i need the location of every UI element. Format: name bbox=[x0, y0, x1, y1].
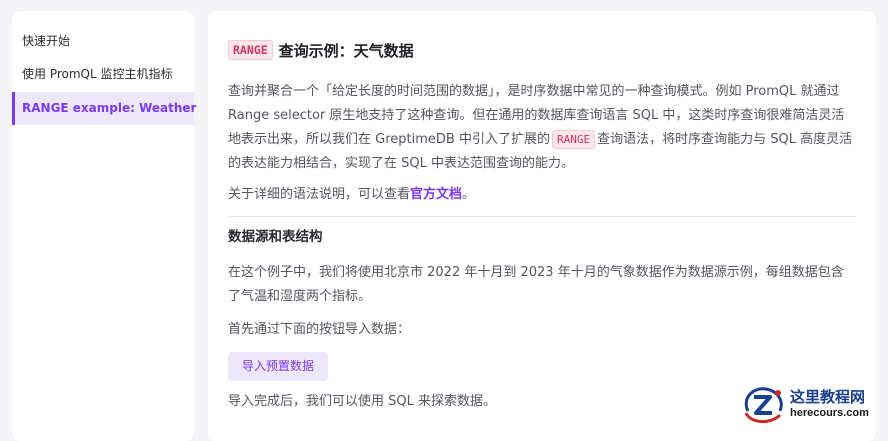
watermark-logo-icon bbox=[744, 387, 783, 423]
docs-paragraph: 关于详细的语法说明，可以查看官方文档。 bbox=[228, 183, 856, 207]
sidebar-item-promql-host-metrics[interactable]: 使用 PromQL 监控主机指标 bbox=[12, 58, 194, 91]
import-data-button[interactable]: 导入预置数据 bbox=[228, 352, 329, 381]
intro-paragraph: 查询并聚合一个「给定长度的时间范围的数据」，是时序数据中常见的一种查询模式。例如… bbox=[228, 80, 856, 176]
divider bbox=[228, 216, 856, 217]
official-docs-link[interactable]: 官方文档 bbox=[410, 187, 462, 202]
sidebar-item-range-weather[interactable]: RANGE example: Weather bbox=[12, 92, 196, 125]
import-hint: 首先通过下面的按钮导入数据： bbox=[228, 322, 411, 337]
page-title: RANGE 查询示例：天气数据 bbox=[228, 38, 856, 62]
watermark-text: 这里教程网 herecours.com bbox=[790, 387, 869, 419]
watermark-domain: herecours.com bbox=[790, 406, 869, 419]
sidebar: 快速开始 使用 PromQL 监控主机指标 RANGE example: Wea… bbox=[12, 11, 196, 441]
title-code-tag: RANGE bbox=[228, 40, 273, 60]
dataset-paragraph: 在这个例子中，我们将使用北京市 2022 年十月到 2023 年十月的气象数据作… bbox=[228, 265, 844, 304]
page-title-text: 查询示例：天气数据 bbox=[278, 41, 414, 60]
inline-code-range: RANGE bbox=[551, 130, 596, 149]
main-content: RANGE 查询示例：天气数据 查询并聚合一个「给定长度的时间范围的数据」，是时… bbox=[208, 11, 876, 441]
docs-prefix: 关于详细的语法说明，可以查看 bbox=[228, 187, 411, 202]
watermark-title: 这里教程网 bbox=[790, 387, 866, 406]
section-title: 数据源和表结构 bbox=[228, 229, 323, 245]
sidebar-item-quick-start[interactable]: 快速开始 bbox=[12, 25, 194, 58]
watermark: 这里教程网 herecours.com bbox=[740, 382, 888, 426]
docs-suffix: 。 bbox=[462, 187, 476, 202]
